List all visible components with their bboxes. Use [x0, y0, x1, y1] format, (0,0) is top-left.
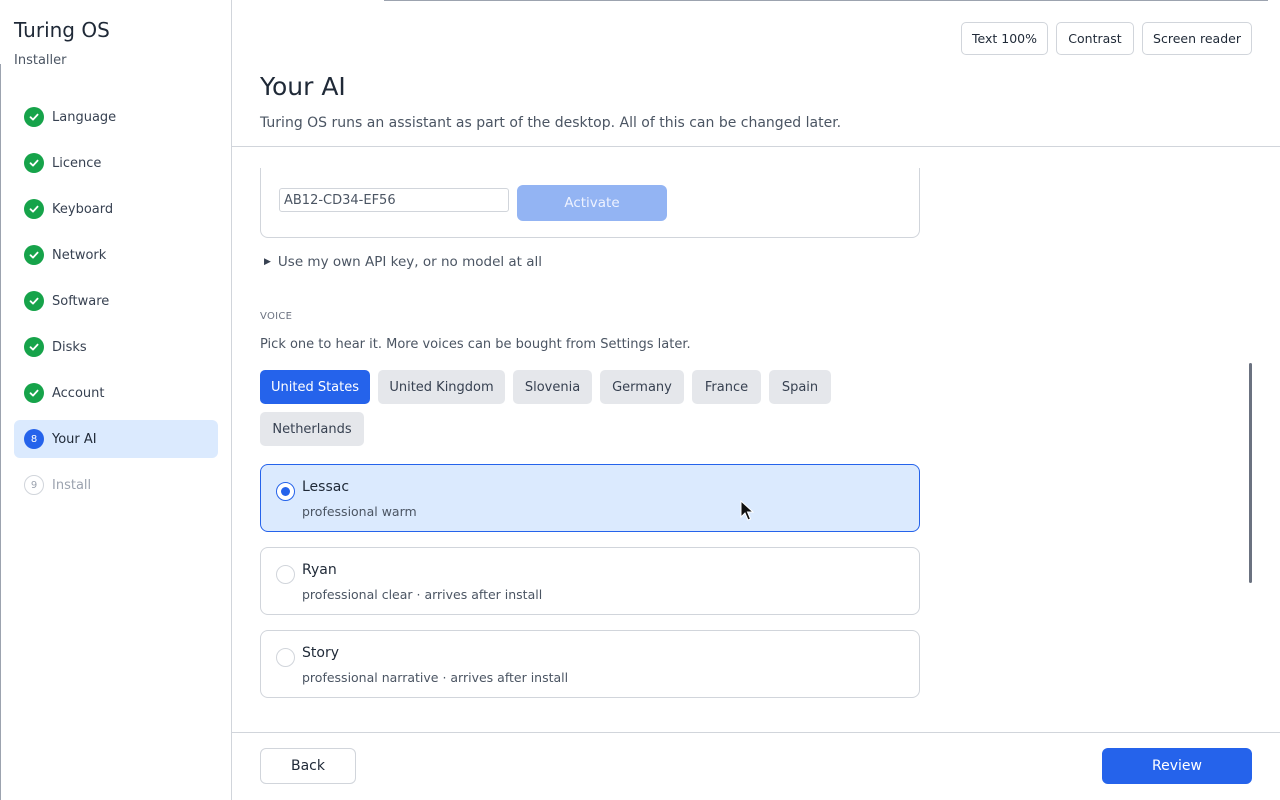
step-label: Software [52, 293, 110, 309]
step-language[interactable]: Language [14, 98, 218, 136]
step-network[interactable]: Network [14, 236, 218, 274]
step-label: Install [52, 477, 92, 493]
step-licence[interactable]: Licence [14, 144, 218, 182]
step-account[interactable]: Account [14, 374, 218, 412]
region-chip-germany[interactable]: Germany [600, 370, 684, 404]
voice-option-lessac[interactable]: Lessac professional warm [260, 464, 920, 532]
voice-option-ryan[interactable]: Ryan professional clear · arrives after … [260, 547, 920, 615]
footer-divider [232, 732, 1280, 733]
voice-option-story[interactable]: Story professional narrative · arrives a… [260, 630, 920, 698]
voice-name: Lessac [302, 479, 350, 495]
step-number-badge: 8 [24, 429, 44, 449]
mouse-cursor-icon [740, 500, 754, 521]
step-number-badge: 9 [24, 475, 44, 495]
step-keyboard[interactable]: Keyboard [14, 190, 218, 228]
check-icon [24, 291, 44, 311]
content-scrollbar[interactable] [1249, 363, 1252, 583]
voice-description: professional narrative · arrives after i… [302, 670, 569, 685]
step-label: Your AI [52, 431, 97, 447]
step-label: Keyboard [52, 201, 114, 217]
step-label: Language [52, 109, 117, 125]
voice-name: Story [302, 645, 339, 661]
check-icon [24, 107, 44, 127]
page-subtitle: Turing OS runs an assistant as part of t… [260, 115, 842, 131]
radio-button[interactable] [276, 648, 295, 667]
own-api-key-disclosure[interactable]: ▶ Use my own API key, or no model at all [264, 254, 542, 270]
voice-section-label: VOICE [260, 311, 293, 322]
region-chip-netherlands[interactable]: Netherlands [260, 412, 364, 446]
step-label: Account [52, 385, 105, 401]
step-label: Licence [52, 155, 102, 171]
radio-button[interactable] [276, 482, 295, 501]
radio-button[interactable] [276, 565, 295, 584]
step-install: 9 Install [14, 466, 218, 504]
review-button[interactable]: Review [1102, 748, 1252, 784]
region-chip-france[interactable]: France [692, 370, 761, 404]
contrast-button[interactable]: Contrast [1056, 22, 1134, 55]
voice-description: professional warm [302, 504, 417, 519]
step-your-ai[interactable]: 8 Your AI [14, 420, 218, 458]
region-chip-spain[interactable]: Spain [769, 370, 831, 404]
step-list: Language Licence Keyboard Network Softwa… [14, 98, 218, 512]
region-chip-united-kingdom[interactable]: United Kingdom [378, 370, 505, 404]
step-label: Disks [52, 339, 87, 355]
header-divider [232, 146, 1280, 147]
activate-button[interactable]: Activate [517, 185, 667, 221]
page-title: Your AI [260, 72, 346, 101]
voice-description: professional clear · arrives after insta… [302, 587, 543, 602]
check-icon [24, 383, 44, 403]
licence-code-input[interactable] [279, 188, 509, 212]
step-software[interactable]: Software [14, 282, 218, 320]
check-icon [24, 153, 44, 173]
step-label: Network [52, 247, 107, 263]
sidebar: Turing OS Installer Language Licence Key… [0, 0, 232, 800]
sidebar-edge [0, 64, 1, 800]
voice-name: Ryan [302, 562, 337, 578]
brand-title: Turing OS [14, 18, 110, 42]
disclosure-label: Use my own API key, or no model at all [277, 254, 543, 270]
top-edge-line [384, 0, 1268, 1]
check-icon [24, 199, 44, 219]
brand-subtitle: Installer [14, 53, 67, 68]
region-chip-united-states[interactable]: United States [260, 370, 370, 404]
region-chip-slovenia[interactable]: Slovenia [513, 370, 592, 404]
back-button[interactable]: Back [260, 748, 356, 784]
check-icon [24, 245, 44, 265]
triangle-right-icon: ▶ [264, 257, 271, 267]
step-disks[interactable]: Disks [14, 328, 218, 366]
voice-description: Pick one to hear it. More voices can be … [260, 337, 691, 352]
text-size-button[interactable]: Text 100% [961, 22, 1048, 55]
screen-reader-button[interactable]: Screen reader [1142, 22, 1252, 55]
check-icon [24, 337, 44, 357]
